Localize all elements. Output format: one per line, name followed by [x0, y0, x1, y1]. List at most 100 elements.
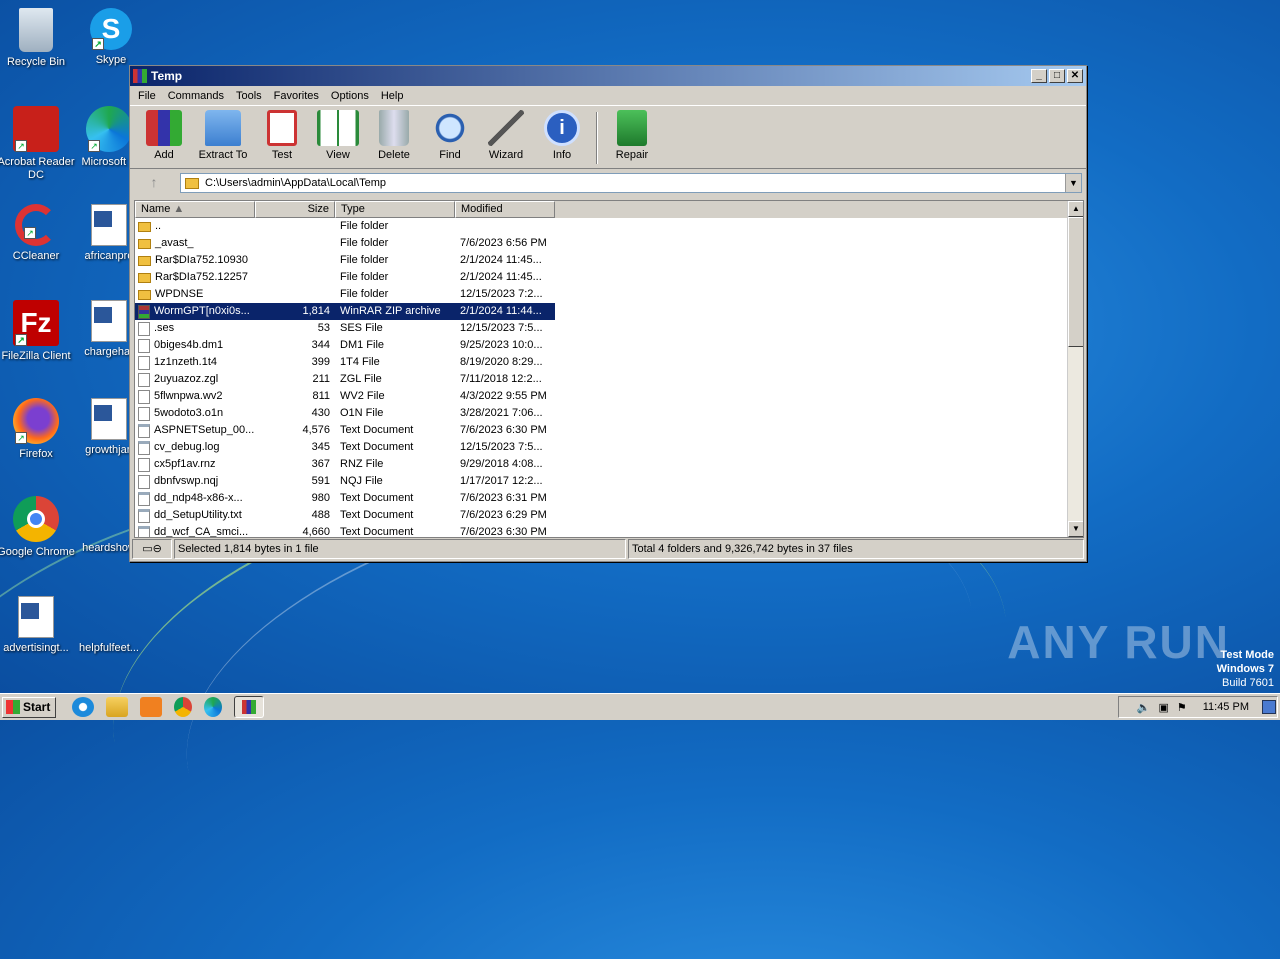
extract-to-button[interactable]: Extract To — [192, 110, 254, 161]
table-row[interactable]: ASPNETSetup_00... 4,576 Text Document 7/6/2… — [135, 422, 1083, 439]
column-size[interactable]: Size — [255, 201, 335, 218]
menu-tools[interactable]: Tools — [230, 90, 268, 102]
desktop-icon-skype[interactable]: S ↗ Skype — [71, 8, 151, 67]
table-row[interactable]: cx5pf1av.rnz 367 RNZ File 9/29/2018 4:08... — [135, 456, 1083, 473]
title-bar[interactable]: Temp _ □ ✕ — [130, 66, 1086, 86]
menu-help[interactable]: Help — [375, 90, 410, 102]
table-row[interactable]: 1z1nzeth.1t4 399 1T4 File 8/19/2020 8:29... — [135, 354, 1083, 371]
table-row[interactable]: dd_SetupUtility.txt 488 Text Document 7/6/2… — [135, 507, 1083, 524]
cell-name: 1z1nzeth.1t4 — [135, 354, 255, 371]
firefox-icon: ↗ — [13, 398, 59, 444]
scroll-up-icon[interactable]: ▲ — [1068, 201, 1083, 217]
minimize-button[interactable]: _ — [1031, 69, 1047, 83]
cell-size: 399 — [311, 356, 330, 368]
table-row[interactable]: Rar$DIa752.10930 File folder 2/1/2024 11:4… — [135, 252, 1083, 269]
table-row[interactable]: 5wodoto3.o1n 430 O1N File 3/28/2021 7:06... — [135, 405, 1083, 422]
cell-modified: 7/11/2018 12:2... — [460, 373, 542, 385]
menu-favorites[interactable]: Favorites — [268, 90, 325, 102]
test-clipboard-icon — [267, 110, 297, 146]
scroll-thumb[interactable] — [1068, 217, 1083, 347]
column-type[interactable]: Type — [335, 201, 455, 218]
desktop-icon-firefox[interactable]: ↗ Firefox — [0, 398, 76, 461]
repair-button[interactable]: Repair — [604, 110, 660, 161]
table-row[interactable]: WPDNSE File folder 12/15/2023 7:2... — [135, 286, 1083, 303]
table-row[interactable]: cv_debug.log 345 Text Document 12/15/2023 7… — [135, 439, 1083, 456]
table-row[interactable]: dbnfvswp.nqj 591 NQJ File 1/17/2017 12:2... — [135, 473, 1083, 490]
cell-size: 345 — [311, 441, 330, 453]
magnifier-icon — [432, 110, 468, 146]
toolbar-separator — [596, 112, 598, 164]
windows-logo-icon — [6, 700, 20, 714]
network-icon[interactable]: ▣ — [1158, 701, 1168, 714]
maximize-button[interactable]: □ — [1049, 69, 1065, 83]
chrome-taskbar-icon[interactable] — [174, 697, 192, 717]
up-one-level-button[interactable]: ↑ — [134, 172, 174, 194]
table-row[interactable]: 5flwnpwa.wv2 811 WV2 File 4/3/2022 9:55 PM — [135, 388, 1083, 405]
internet-explorer-icon[interactable] — [72, 697, 94, 717]
action-center-flag-icon[interactable]: ⚑ — [1177, 701, 1187, 714]
column-modified[interactable]: Modified — [455, 201, 555, 218]
info-button[interactable]: i Info — [534, 110, 590, 161]
table-row[interactable]: dd_wcf_CA_smci... 4,660 Text Document 7/6/2… — [135, 524, 1083, 538]
find-button[interactable]: Find — [422, 110, 478, 161]
cell-size: 811 — [312, 390, 330, 402]
folder-icon — [138, 272, 151, 283]
table-row[interactable]: 2uyuazoz.zgl 211 ZGL File 7/11/2018 12:2... — [135, 371, 1083, 388]
table-row[interactable]: 0biges4b.dm1 344 DM1 File 9/25/2023 10:0... — [135, 337, 1083, 354]
volume-icon[interactable]: 🔈 — [1137, 701, 1151, 714]
start-button[interactable]: Start — [2, 696, 56, 718]
cell-type: SES File — [340, 322, 383, 334]
desktop-icon-advertising[interactable]: advertisingt... — [0, 596, 76, 655]
clock[interactable]: 11:45 PM — [1203, 701, 1249, 713]
table-row[interactable]: _avast_ File folder 7/6/2023 6:56 PM — [135, 235, 1083, 252]
table-row[interactable]: dd_ndp48-x86-x... 980 Text Document 7/6/202… — [135, 490, 1083, 507]
table-row[interactable]: Rar$DIa752.12257 File folder 2/1/2024 11:4… — [135, 269, 1083, 286]
test-button[interactable]: Test — [254, 110, 310, 161]
filezilla-icon: Fz ↗ — [13, 300, 59, 346]
desktop-icon-acrobat[interactable]: ↗ Acrobat Reader DC — [0, 106, 76, 182]
cell-modified: 7/6/2023 6:31 PM — [460, 492, 547, 504]
show-desktop-button[interactable] — [1262, 700, 1276, 714]
cell-type: 1T4 File — [340, 356, 380, 368]
desktop-icon-recycle-bin[interactable]: Recycle Bin — [0, 8, 76, 69]
table-row[interactable]: .ses 53 SES File 12/15/2023 7:5... — [135, 320, 1083, 337]
menu-file[interactable]: File — [132, 90, 162, 102]
column-name[interactable]: Name ▲ — [135, 201, 255, 218]
cell-modified: 7/6/2023 6:30 PM — [460, 526, 547, 538]
desktop-icon-ccleaner[interactable]: ↗ CCleaner — [0, 204, 76, 263]
vertical-scrollbar[interactable]: ▲ ▼ — [1067, 201, 1083, 537]
close-button[interactable]: ✕ — [1067, 69, 1083, 83]
file-icon — [138, 338, 150, 353]
cell-name: dd_wcf_CA_smci... — [135, 524, 255, 537]
desktop-icon-chrome[interactable]: Google Chrome — [0, 496, 76, 559]
file-icon — [138, 372, 150, 387]
menu-options[interactable]: Options — [325, 90, 375, 102]
menu-commands[interactable]: Commands — [162, 90, 230, 102]
desktop-icon-helpfulfeet[interactable]: helpfulfeet... — [69, 596, 149, 655]
sort-ascending-icon: ▲ — [173, 203, 185, 215]
edge-icon: ↗ — [86, 106, 132, 152]
view-button[interactable]: View — [310, 110, 366, 161]
magic-wand-icon — [488, 110, 524, 146]
media-player-icon[interactable] — [140, 697, 162, 717]
add-button[interactable]: Add — [136, 110, 192, 161]
delete-button[interactable]: Delete — [366, 110, 422, 161]
winrar-taskbar-button[interactable] — [234, 696, 264, 718]
path-field[interactable]: C:\Users\admin\AppData\Local\Temp ▼ — [180, 173, 1082, 193]
desktop-icon-filezilla[interactable]: Fz ↗ FileZilla Client — [0, 300, 76, 363]
edge-taskbar-icon[interactable] — [204, 697, 222, 717]
ccleaner-icon: ↗ — [15, 204, 57, 246]
chevron-down-icon[interactable]: ▼ — [1065, 174, 1081, 192]
file-list: Name ▲ Size Type Modified .. File folder _… — [134, 200, 1084, 538]
scroll-down-icon[interactable]: ▼ — [1068, 521, 1083, 537]
table-row[interactable]: WormGPT[n0xi0s... 1,814 WinRAR ZIP archive… — [135, 303, 555, 320]
cell-size: 591 — [311, 475, 330, 487]
explorer-folder-icon[interactable] — [106, 697, 128, 717]
table-row[interactable]: .. File folder — [135, 218, 1083, 235]
file-icon — [138, 457, 150, 472]
skype-icon: S ↗ — [90, 8, 132, 50]
wizard-button[interactable]: Wizard — [478, 110, 534, 161]
word-document-icon — [91, 398, 127, 440]
cell-modified: 8/19/2020 8:29... — [460, 356, 543, 368]
zip-archive-icon — [138, 304, 150, 319]
